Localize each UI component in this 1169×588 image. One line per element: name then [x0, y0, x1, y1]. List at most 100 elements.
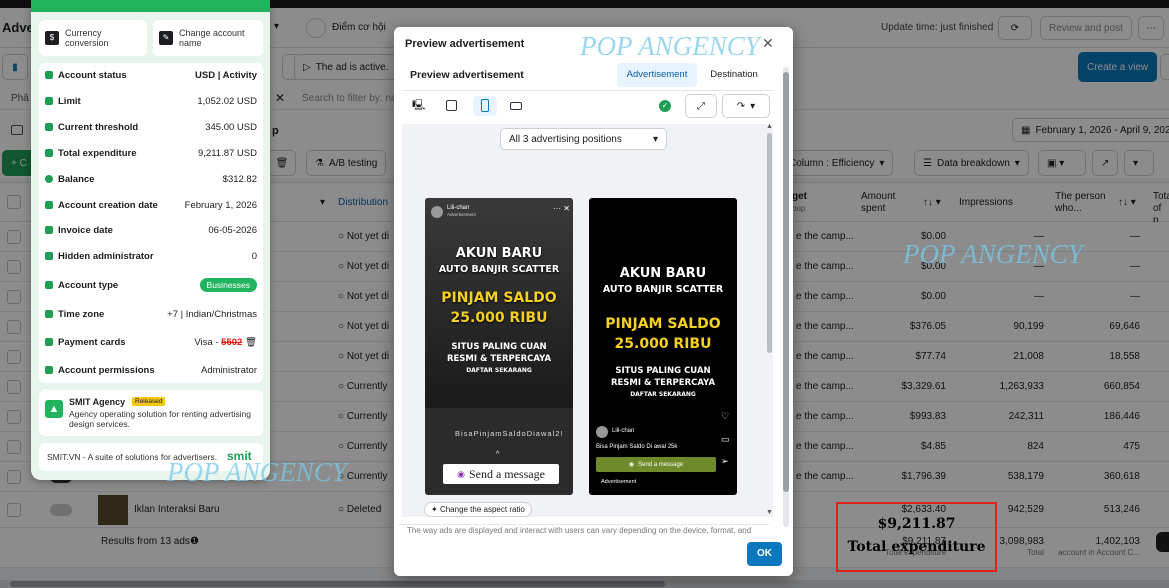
creative-line3: PINJAM SALDO [605, 316, 721, 332]
account-info-panel: $ Currency conversion ✎ Change account n… [31, 0, 270, 480]
story-send-message-button[interactable]: ◉ Send a message [443, 464, 559, 484]
ok-button[interactable]: OK [747, 542, 782, 566]
messenger-icon: ◉ [628, 462, 635, 468]
landscape-icon[interactable] [510, 102, 522, 110]
creative-line4: 25.000 RIBU [450, 310, 548, 326]
comment-icon[interactable]: ▭ [721, 434, 730, 445]
heart-icon[interactable]: ♡ [721, 411, 729, 422]
card-number-masked: 5502 [221, 336, 243, 348]
calendar-icon [45, 201, 53, 209]
share-icon[interactable]: ➢ [721, 456, 729, 467]
limit-icon [45, 97, 53, 105]
balance-row: Balance $312.82 [45, 171, 257, 187]
currency-conversion-label: Currency conversion [65, 28, 109, 48]
trash-icon[interactable]: 🗑 [245, 337, 257, 348]
row-label: Invoice date [58, 224, 113, 236]
scroll-up-icon[interactable]: ▲ [766, 123, 773, 130]
smit-logo-icon: ▲ [45, 400, 63, 418]
expand-icon[interactable]: ⤢ [685, 94, 717, 118]
close-icon[interactable]: ✕ [762, 35, 774, 52]
creative-line3: PINJAM SALDO [441, 290, 557, 306]
creative-line4: 25.000 RIBU [614, 336, 712, 352]
card-icon [45, 338, 53, 346]
creative-line1: AKUN BARU [455, 246, 543, 261]
modal-title: Preview advertisement [405, 38, 525, 50]
highlight-label: Total expenditure [847, 539, 986, 555]
positions-select[interactable]: All 3 advertising positions ▾ [500, 128, 667, 150]
change-aspect-ratio-button[interactable]: ✦ Change the aspect ratio [424, 502, 532, 517]
creative-line1: AKUN BARU [619, 266, 707, 281]
reel-preview: AKUN BARU AUTO BANJIR SCATTER PINJAM SAL… [589, 198, 737, 495]
creative-line5: SITUS PALING CUAN [451, 342, 547, 352]
share-icon: ↷ [736, 100, 746, 112]
account-type-row: Account type Businesses [45, 277, 257, 293]
account-type-icon [45, 281, 53, 289]
close-icon[interactable]: ··· ✕ [553, 204, 570, 213]
row-label: Time zone [58, 308, 105, 320]
scroll-down-icon[interactable]: ▼ [766, 509, 773, 516]
disclaimer-text: The way ads are displayed and interact w… [407, 526, 752, 535]
currency-conversion-button[interactable]: $ Currency conversion [39, 20, 147, 56]
creative-line2: AUTO BANJIR SCATTER [602, 284, 724, 295]
positions-select-label: All 3 advertising positions [509, 133, 622, 145]
avatar [431, 206, 443, 218]
preview-scrollbar[interactable] [767, 133, 772, 353]
desktop-icon[interactable]: 🖳 [412, 98, 428, 114]
card-brand: Visa - [194, 336, 222, 348]
row-label: Limit [58, 95, 81, 107]
sparkle-icon: ✦ [431, 505, 440, 514]
preview-modal: Preview advertisement ✕ Preview advertis… [394, 27, 793, 576]
expenditure-icon [45, 149, 53, 157]
feed-square-icon[interactable] [446, 100, 457, 111]
check-icon: ✓ [659, 100, 671, 112]
modal-scrollbar[interactable] [783, 67, 789, 527]
creative-line6: RESMI & TERPERCAYA [446, 354, 552, 364]
limit-row: Limit 1,052.02 USD [45, 93, 257, 109]
tab-advertisement[interactable]: Advertisement [617, 63, 697, 87]
row-label: Current threshold [58, 121, 139, 133]
smit-agency-card[interactable]: ▲ SMIT Agency Released Agency operating … [39, 390, 263, 436]
row-label: Account status [58, 69, 127, 81]
highlight-box: $9,211.87 Total expenditure [836, 502, 997, 572]
row-value: +7 | Indian/Christmas [167, 308, 257, 320]
creative-line5: SITUS PALING CUAN [615, 366, 711, 376]
modal-subtitle: Preview advertisement [410, 69, 524, 81]
tab-destination[interactable]: Destination [704, 63, 764, 87]
row-label: Balance [58, 173, 95, 185]
row-value: $312.82 [222, 173, 257, 185]
row-value: Visa - 5502 🗑 [194, 337, 257, 348]
row-value: 06-05-2026 [208, 224, 257, 236]
watermark: POP ANGENCY [903, 239, 1083, 269]
story-username: Lili-chan [447, 205, 470, 211]
globe-icon [45, 310, 53, 318]
time-zone-row: Time zone +7 | Indian/Christmas [45, 306, 257, 322]
change-account-name-button[interactable]: ✎ Change account name [153, 20, 263, 56]
story-preview: Lili-chan Advertisement ··· ✕ AKUN BARU … [425, 198, 573, 495]
side-widget[interactable] [1156, 532, 1169, 552]
reel-sponsored: Advertisement [601, 479, 637, 485]
smit-badge: Released [132, 397, 166, 406]
avatar [596, 426, 608, 438]
status-icon [45, 71, 53, 79]
row-value: 0 [251, 250, 257, 262]
divider [402, 90, 774, 91]
row-value: Administrator [201, 364, 257, 376]
invoice-icon [45, 226, 53, 234]
account-type-badge: Businesses [199, 278, 257, 292]
row-value: 9,211.87 USD [198, 147, 257, 159]
creative-line6: RESMI & TERPERCAYA [610, 378, 716, 388]
row-label: Account type [58, 279, 119, 291]
divider [399, 524, 769, 525]
share-dropdown[interactable]: ↷ ▾ [722, 94, 770, 118]
chevron-down-icon: ▾ [750, 100, 756, 112]
story-format-button[interactable] [473, 96, 497, 116]
balance-icon [45, 175, 53, 183]
currency-icon: $ [45, 31, 59, 45]
invoice-date-row: Invoice date 06-05-2026 [45, 222, 257, 238]
story-sub: Advertisement [447, 212, 476, 217]
smit-description: Agency operating solution for renting ad… [69, 409, 251, 429]
messenger-icon: ◉ [457, 468, 465, 479]
story-send-label: Send a message [468, 466, 545, 481]
reel-send-message-button[interactable]: ◉ Send a message [596, 457, 716, 472]
modal-scrollbar-thumb[interactable] [783, 72, 789, 492]
